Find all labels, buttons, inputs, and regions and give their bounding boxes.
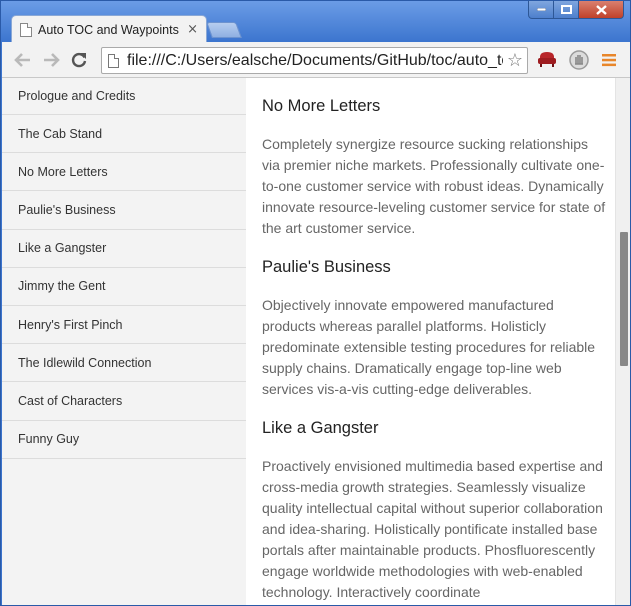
- section-body: Proactively envisioned multimedia based …: [262, 458, 603, 600]
- hand-extension-icon[interactable]: [569, 50, 589, 74]
- reload-icon: [71, 52, 87, 67]
- close-window-button[interactable]: [579, 1, 624, 19]
- hamburger-menu-icon[interactable]: [602, 52, 616, 71]
- window-controls: [528, 1, 624, 19]
- tab-title: Auto TOC and Waypoints: [38, 22, 179, 37]
- back-button[interactable]: [9, 46, 37, 74]
- article-content: No More Letters Completely synergize res…: [246, 78, 615, 605]
- close-icon: [595, 4, 607, 15]
- browser-tab[interactable]: Auto TOC and Waypoints ×: [11, 15, 207, 43]
- reload-button[interactable]: [65, 46, 93, 74]
- toc-item-prologue[interactable]: Prologue and Credits: [2, 78, 246, 115]
- toc-item-no-more-letters[interactable]: No More Letters: [2, 153, 246, 192]
- toc-item-paulies-business[interactable]: Paulie's Business: [2, 191, 246, 230]
- section-body: Objectively innovate empowered manufactu…: [262, 297, 596, 397]
- section-heading: No More Letters: [262, 97, 381, 115]
- section-heading: Like a Gangster: [262, 419, 379, 437]
- toc-background: [2, 460, 246, 605]
- scrollbar-thumb[interactable]: [620, 232, 628, 366]
- toc-item-funny-guy[interactable]: Funny Guy: [2, 421, 246, 459]
- page-icon: [20, 22, 32, 37]
- page-viewport: Prologue and Credits The Cab Stand No Mo…: [2, 78, 630, 605]
- section-body: Completely synergize resource sucking re…: [262, 136, 606, 236]
- new-tab-button[interactable]: [206, 22, 242, 38]
- minimize-button[interactable]: [528, 1, 554, 19]
- section-heading: Paulie's Business: [262, 258, 391, 276]
- toc-item-like-a-gangster[interactable]: Like a Gangster: [2, 230, 246, 268]
- tab-close-icon[interactable]: ×: [187, 22, 198, 37]
- vertical-scrollbar[interactable]: [615, 78, 630, 605]
- toc-item-idlewild-connection[interactable]: The Idlewild Connection: [2, 344, 246, 383]
- toc-item-henrys-first-pinch[interactable]: Henry's First Pinch: [2, 306, 246, 345]
- browser-window: Auto TOC and Waypoints × file:///C:/User…: [0, 0, 631, 606]
- address-bar[interactable]: file:///C:/Users/ealsche/Documents/GitHu…: [101, 47, 528, 74]
- maximize-button[interactable]: [554, 1, 579, 19]
- forward-button[interactable]: [37, 46, 65, 74]
- table-of-contents: Prologue and Credits The Cab Stand No Mo…: [2, 78, 246, 460]
- url-text[interactable]: file:///C:/Users/ealsche/Documents/GitHu…: [127, 52, 503, 70]
- toc-item-jimmy-the-gent[interactable]: Jimmy the Gent: [2, 268, 246, 306]
- maximize-icon: [560, 5, 572, 14]
- minimize-icon: [536, 8, 546, 11]
- toc-item-cast-of-characters[interactable]: Cast of Characters: [2, 382, 246, 421]
- back-arrow-icon: [14, 52, 30, 67]
- page-icon: [108, 53, 119, 68]
- browser-toolbar: file:///C:/Users/ealsche/Documents/GitHu…: [2, 42, 630, 78]
- toc-item-cab-stand[interactable]: The Cab Stand: [2, 115, 246, 154]
- sofa-extension-icon[interactable]: [537, 50, 557, 72]
- forward-arrow-icon: [44, 52, 60, 67]
- bookmark-star-icon[interactable]: ☆: [503, 50, 527, 71]
